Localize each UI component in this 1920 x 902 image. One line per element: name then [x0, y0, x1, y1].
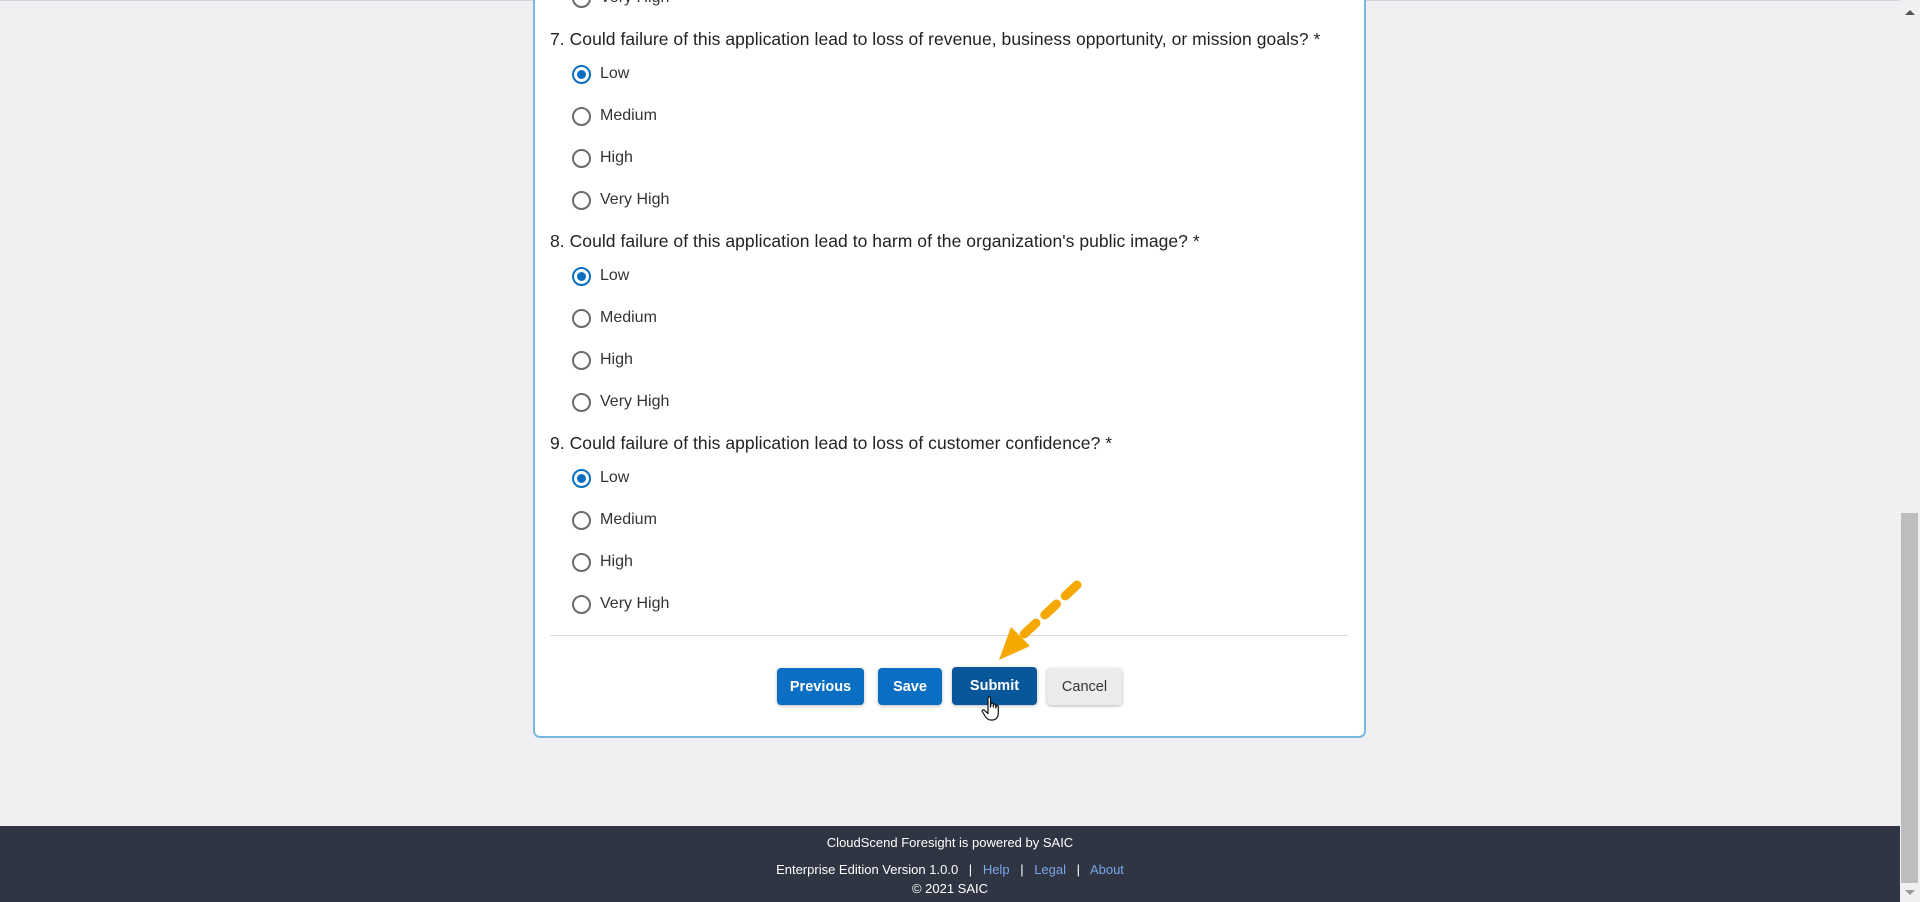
footer-separator: | — [1020, 862, 1024, 877]
hand-cursor-icon — [981, 696, 999, 721]
option-label: High — [600, 149, 633, 166]
q7-option-high[interactable]: High — [572, 147, 633, 169]
question-7-title: 7. Could failure of this application lea… — [550, 29, 1321, 49]
q9-option-medium[interactable]: Medium — [572, 509, 657, 531]
radio-button[interactable] — [572, 190, 591, 210]
q7-option-medium[interactable]: Medium — [572, 105, 657, 127]
q7-option-very-high[interactable]: Very High — [572, 189, 669, 211]
vertical-scrollbar[interactable] — [1900, 0, 1920, 902]
form-divider — [550, 635, 1348, 636]
radio-button[interactable] — [572, 510, 591, 530]
question-8-title: 8. Could failure of this application lea… — [550, 231, 1200, 251]
footer-links-row: Enterprise Edition Version 1.0.0 | Help … — [0, 862, 1900, 877]
prev-question-option-very-high[interactable]: Very High — [572, 0, 669, 9]
q9-option-low[interactable]: Low — [572, 467, 629, 489]
footer-copyright: © 2021 SAIC — [911, 881, 989, 896]
footer-legal-link[interactable]: Legal — [1034, 862, 1066, 877]
footer-powered-by: CloudScend Foresight is powered by SAIC — [826, 835, 1074, 850]
question-9-title: 9. Could failure of this application lea… — [550, 433, 1113, 453]
q8-option-very-high[interactable]: Very High — [572, 391, 669, 413]
footer-separator: | — [968, 862, 973, 877]
q9-option-high[interactable]: High — [572, 551, 633, 573]
option-label: High — [600, 553, 633, 570]
option-label: Very High — [600, 595, 670, 612]
option-label: Medium — [600, 309, 657, 326]
scroll-up-arrow-icon[interactable] — [1905, 10, 1915, 15]
q8-option-medium[interactable]: Medium — [572, 307, 657, 329]
save-button[interactable]: Save — [878, 668, 942, 705]
q9-option-very-high[interactable]: Very High — [572, 593, 669, 615]
option-label: Low — [600, 65, 630, 82]
scroll-down-arrow-icon[interactable] — [1905, 890, 1915, 895]
radio-button[interactable] — [572, 148, 591, 168]
radio-button[interactable] — [572, 552, 591, 572]
radio-button-checked[interactable] — [572, 468, 591, 488]
radio-button[interactable] — [572, 106, 591, 126]
radio-button[interactable] — [572, 392, 591, 412]
option-label: Low — [600, 267, 630, 284]
q8-option-low[interactable]: Low — [572, 265, 629, 287]
option-label: High — [600, 351, 633, 368]
previous-button[interactable]: Previous — [777, 668, 864, 705]
q7-option-low[interactable]: Low — [572, 63, 629, 85]
footer-separator: | — [1076, 862, 1081, 877]
footer-about-link[interactable]: About — [1090, 862, 1124, 877]
radio-button-checked[interactable] — [572, 266, 591, 286]
radio-button[interactable] — [572, 594, 591, 614]
scrollbar-thumb[interactable] — [1901, 513, 1918, 883]
cancel-button[interactable]: Cancel — [1047, 668, 1122, 705]
radio-button[interactable] — [572, 308, 591, 328]
option-label: Very High — [600, 191, 670, 208]
option-label: Very High — [600, 0, 669, 7]
option-label: Very High — [600, 393, 670, 410]
footer-help-link[interactable]: Help — [983, 862, 1010, 877]
radio-button[interactable] — [572, 0, 591, 8]
questionnaire-card — [533, 0, 1366, 738]
option-label: Medium — [600, 107, 657, 124]
footer-edition: Enterprise Edition Version 1.0.0 — [776, 862, 959, 877]
option-label: Medium — [600, 511, 657, 528]
radio-button[interactable] — [572, 350, 591, 370]
q8-option-high[interactable]: High — [572, 349, 633, 371]
option-label: Low — [600, 469, 630, 486]
radio-button-checked[interactable] — [572, 64, 591, 84]
page-footer: CloudScend Foresight is powered by SAIC … — [0, 826, 1900, 902]
